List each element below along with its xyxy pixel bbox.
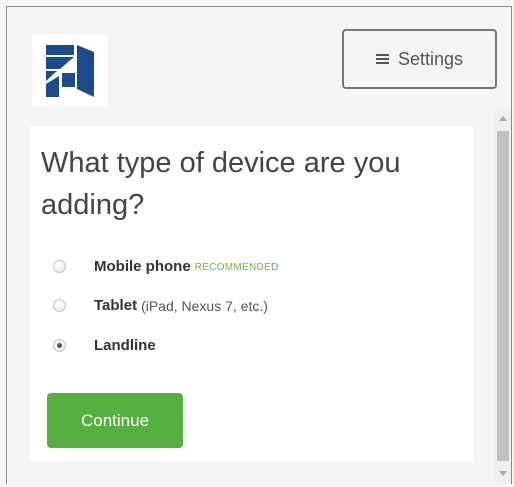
recommended-badge: RECOMMENDED bbox=[194, 262, 279, 273]
option-tablet[interactable]: Tablet (iPad, Nexus 7, etc.) bbox=[53, 297, 268, 314]
device-setup-window: Settings What type of device are you add… bbox=[6, 6, 512, 484]
scroll-down-arrow-icon[interactable] bbox=[499, 471, 507, 476]
settings-button-label: Settings bbox=[397, 48, 464, 69]
device-type-card: What type of device are you adding? Mobi… bbox=[30, 126, 473, 461]
option-hint: (iPad, Nexus 7, etc.) bbox=[141, 297, 268, 314]
radio-landline[interactable] bbox=[53, 339, 66, 352]
option-mobile-phone[interactable]: Mobile phone RECOMMENDED bbox=[53, 258, 279, 275]
settings-button[interactable]: Settings bbox=[342, 29, 497, 89]
scrollbar[interactable] bbox=[495, 107, 511, 484]
scrollbar-thumb[interactable] bbox=[497, 131, 509, 461]
page-title: What type of device are you adding? bbox=[41, 147, 401, 221]
menu-icon bbox=[375, 54, 389, 64]
option-landline[interactable]: Landline bbox=[53, 337, 156, 354]
radio-tablet[interactable] bbox=[53, 299, 66, 312]
option-label: Mobile phone bbox=[94, 258, 191, 275]
radio-mobile-phone[interactable] bbox=[53, 260, 66, 273]
company-logo-icon bbox=[46, 45, 94, 97]
scroll-up-arrow-icon[interactable] bbox=[499, 116, 507, 121]
option-label: Tablet bbox=[94, 297, 138, 314]
option-label: Landline bbox=[94, 337, 156, 354]
continue-button[interactable]: Continue bbox=[47, 393, 183, 448]
logo bbox=[32, 35, 108, 107]
